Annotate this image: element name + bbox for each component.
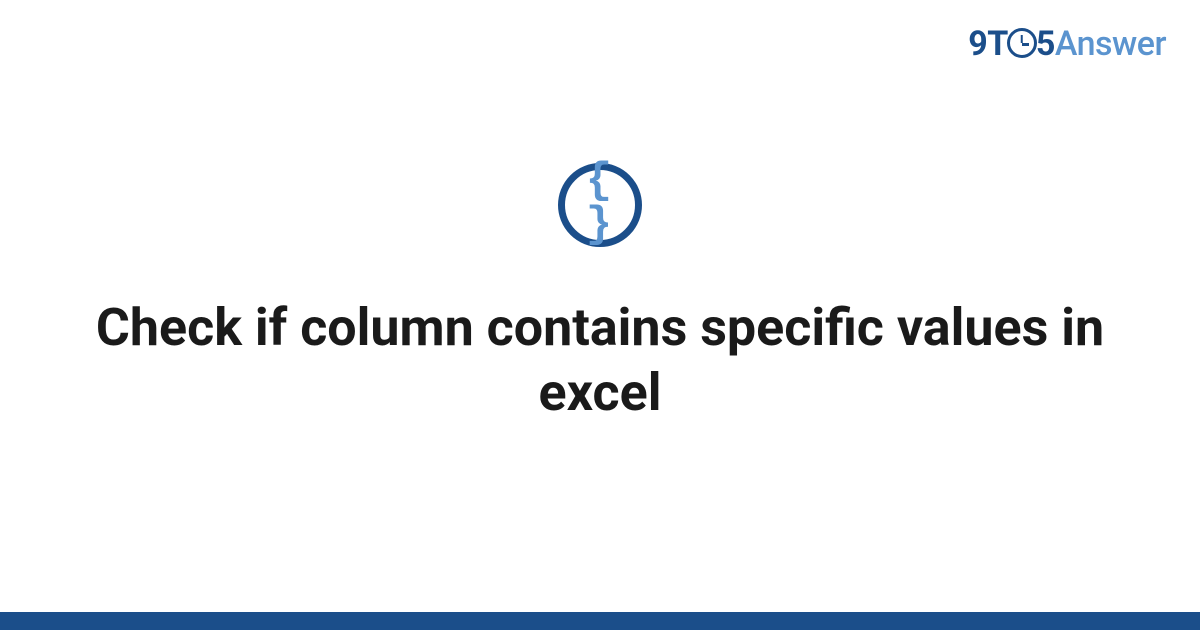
page-title: Check if column contains specific values… bbox=[0, 295, 1200, 425]
footer-bar bbox=[0, 612, 1200, 630]
site-logo: 9T 5Answer bbox=[968, 24, 1166, 64]
main-content: { } Check if column contains specific va… bbox=[0, 163, 1200, 425]
category-badge: { } bbox=[558, 163, 642, 247]
code-braces-icon: { } bbox=[567, 159, 637, 247]
logo-text-9t: 9T bbox=[968, 24, 1008, 64]
logo-text-5: 5 bbox=[1036, 24, 1055, 64]
clock-icon bbox=[1007, 28, 1037, 58]
logo-text-answer: Answer bbox=[1055, 24, 1166, 64]
